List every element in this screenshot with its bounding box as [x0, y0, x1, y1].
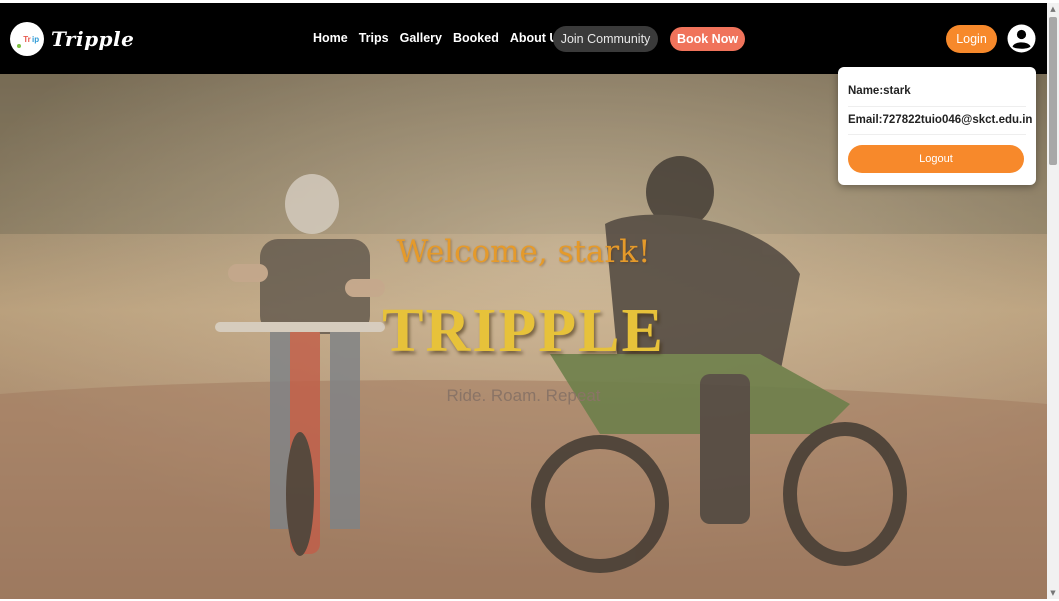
svg-text:ip: ip [32, 35, 39, 44]
nav-booked[interactable]: Booked [453, 31, 499, 45]
logo-mark: Tr ip [17, 35, 39, 48]
vertical-scrollbar[interactable]: ▲ ▼ [1047, 3, 1059, 599]
nav-home[interactable]: Home [313, 31, 348, 45]
user-email: Email:727822tuio046@skct.edu.in [848, 114, 1033, 126]
logo-badge[interactable]: Tr ip [10, 22, 44, 56]
logout-button[interactable]: Logout [848, 145, 1024, 173]
welcome-heading: Welcome, stark! [396, 234, 651, 270]
nav-trips[interactable]: Trips [359, 31, 389, 45]
hero-tagline: Ride. Roam. Repeat [446, 386, 601, 405]
login-button[interactable]: Login [946, 25, 997, 53]
join-community-button[interactable]: Join Community [553, 26, 658, 52]
nav-gallery[interactable]: Gallery [400, 31, 442, 45]
app-frame: Tr ip Tripple Home Trips Gallery Booked … [0, 3, 1047, 599]
logo-text[interactable]: Tripple [51, 27, 134, 51]
scrollbar-thumb[interactable] [1049, 17, 1057, 165]
top-navbar: Tr ip Tripple Home Trips Gallery Booked … [0, 3, 1047, 74]
user-name: Name:stark [848, 85, 911, 97]
hero-title: TRIPPLE [382, 297, 665, 365]
svg-text:Tr: Tr [23, 35, 31, 44]
nav-links: Home Trips Gallery Booked About Us [313, 31, 565, 45]
divider [848, 106, 1026, 107]
book-now-button[interactable]: Book Now [670, 27, 745, 51]
user-dropdown-menu: Name:stark Email:727822tuio046@skct.edu.… [838, 67, 1036, 185]
user-circle-icon[interactable] [1007, 24, 1036, 53]
divider [848, 134, 1026, 135]
triangle-down-icon[interactable]: ▼ [1047, 587, 1059, 599]
triangle-up-icon[interactable]: ▲ [1047, 3, 1059, 15]
